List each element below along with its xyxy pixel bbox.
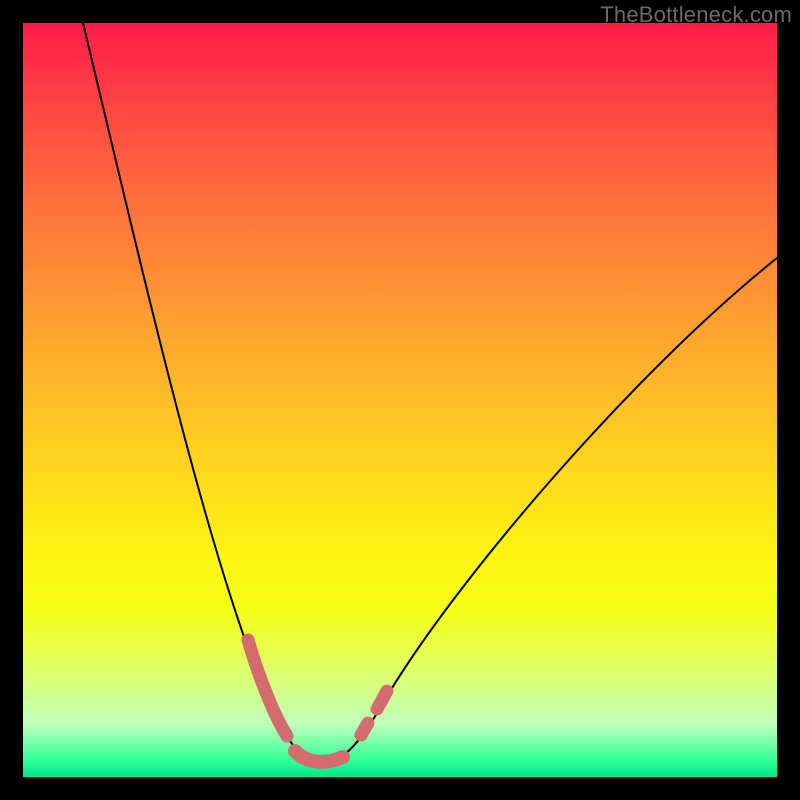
highlight-left-segment <box>248 640 287 736</box>
highlight-bottom-segment <box>295 751 343 762</box>
chart-plot-area <box>23 23 777 777</box>
chart-svg <box>23 23 777 777</box>
highlight-right-dot-lower <box>361 723 368 735</box>
watermark-text: TheBottleneck.com <box>600 2 792 28</box>
highlight-right-dot-upper <box>377 691 387 709</box>
bottleneck-curve <box>83 23 777 763</box>
chart-frame: TheBottleneck.com <box>0 0 800 800</box>
